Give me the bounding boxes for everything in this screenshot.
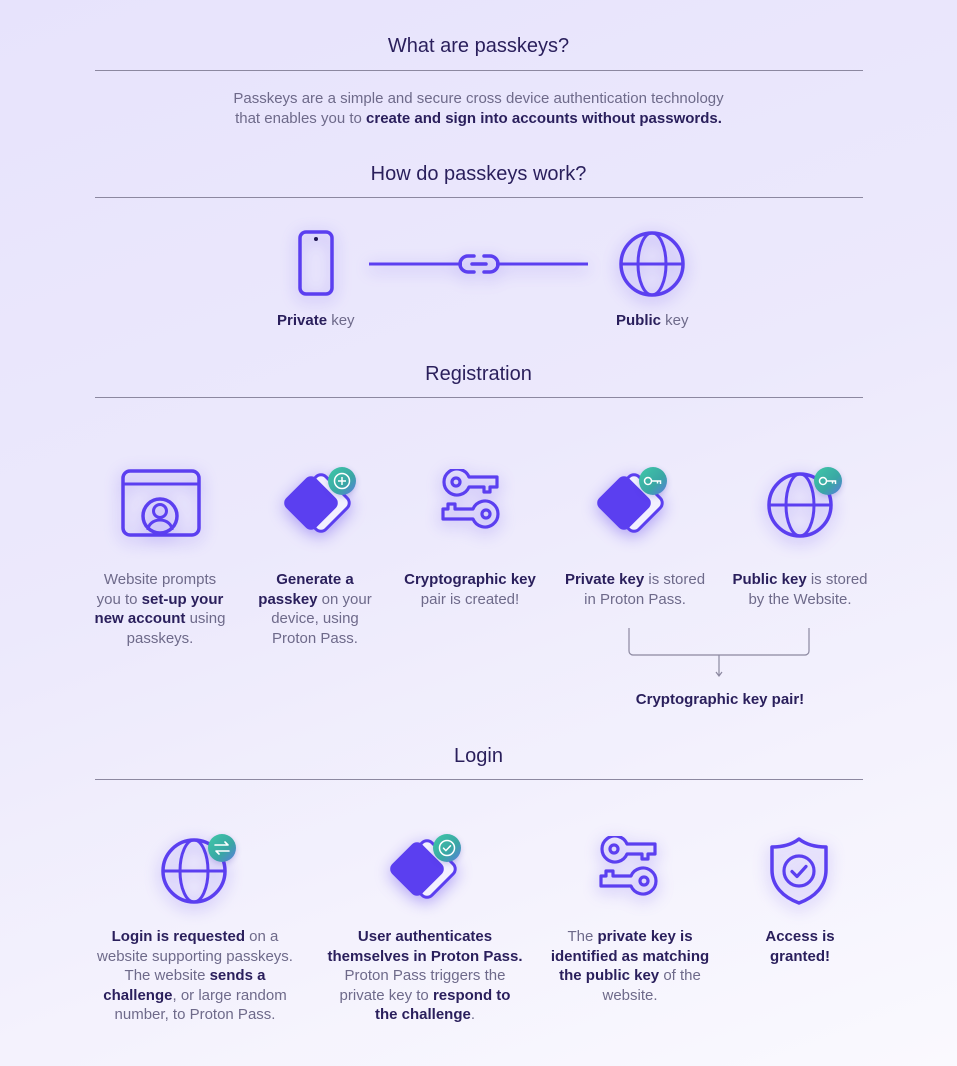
globe-icon xyxy=(619,231,685,297)
text-bold: granted! xyxy=(770,947,830,965)
text-bold: Login is requested xyxy=(111,928,245,945)
text: private key to xyxy=(339,986,433,1004)
text-bold: set-up your xyxy=(141,590,224,608)
public-key-rest: key xyxy=(661,312,689,329)
swap-badge xyxy=(208,834,236,862)
private-key-rest: key xyxy=(327,312,355,329)
key-icon xyxy=(818,476,837,486)
text: Proton Pass. xyxy=(272,629,358,647)
link-connector-icon xyxy=(369,254,588,274)
public-key-label: Public key xyxy=(616,312,689,329)
heading-login: Login xyxy=(454,745,503,767)
text: using xyxy=(185,610,226,627)
text-bold: the challenge xyxy=(374,1006,471,1023)
plus-badge xyxy=(328,467,356,495)
text-bold: the public key xyxy=(559,967,660,984)
text: Website prompts xyxy=(103,571,217,588)
key-pair-icon xyxy=(441,469,500,529)
text: on your xyxy=(317,590,372,608)
swap-arrows-icon xyxy=(214,841,230,855)
heading-how-do-passkeys-work: How do passkeys work? xyxy=(370,163,587,185)
heading-registration: Registration xyxy=(425,363,532,385)
phone-icon xyxy=(298,230,334,296)
text: . xyxy=(470,1006,476,1023)
intro-plain: that enables you to xyxy=(235,110,367,127)
divider xyxy=(95,70,863,71)
text-bold: Private key xyxy=(564,571,645,588)
bracket-connector xyxy=(628,628,810,677)
login-step-2-caption: User authenticates themselves in Proton … xyxy=(320,927,530,1025)
intro-line-1: Passkeys are a simple and secure cross d… xyxy=(233,90,724,107)
text: in Proton Pass. xyxy=(584,590,686,608)
text: The website xyxy=(124,967,210,984)
intro-line-2: that enables you to create and sign into… xyxy=(0,109,957,129)
key-pair-icon xyxy=(599,836,658,896)
plus-icon xyxy=(333,472,351,490)
text-bold: challenge xyxy=(103,986,173,1004)
text-bold: Access is xyxy=(765,928,835,945)
key-pair-label: Cryptographic key pair! xyxy=(635,691,805,708)
text-bold: Generate a xyxy=(276,571,354,588)
reg-step-4-caption: Private key is stored in Proton Pass. xyxy=(555,570,715,609)
reg-step-3-caption: Cryptographic key pair is created! xyxy=(390,570,550,609)
divider xyxy=(95,397,863,398)
text: is stored xyxy=(806,571,868,588)
text: pair is created! xyxy=(420,590,520,608)
intro-text: Passkeys are a simple and secure cross d… xyxy=(0,89,957,129)
login-step-4-caption: Access is granted! xyxy=(735,927,865,966)
text-bold: Public key xyxy=(732,571,807,588)
browser-user-icon xyxy=(121,469,201,537)
text: The xyxy=(567,928,598,945)
text: is stored xyxy=(644,571,706,588)
intro-bold: create and sign into accounts without pa… xyxy=(366,110,722,127)
heading-what-are-passkeys: What are passkeys? xyxy=(387,35,570,57)
text: , or large random xyxy=(172,986,287,1004)
text: you to xyxy=(96,590,142,608)
key-badge xyxy=(814,467,842,495)
login-step-1-caption: Login is requested on a website supporti… xyxy=(90,927,300,1025)
text-bold: themselves in Proton Pass. xyxy=(327,947,523,965)
check-badge xyxy=(433,834,461,862)
text-bold: new account xyxy=(94,610,186,627)
reg-step-5-caption: Public key is stored by the Website. xyxy=(720,570,880,609)
text: of the xyxy=(659,967,701,984)
text: passkeys. xyxy=(126,629,194,647)
text-bold: identified as matching xyxy=(550,947,710,965)
reg-step-2-caption: Generate a passkey on your device, using… xyxy=(235,570,395,648)
reg-step-1-caption: Website prompts you to set-up your new a… xyxy=(80,570,240,648)
text-bold: private key is xyxy=(597,928,693,945)
private-key-label: Private key xyxy=(277,312,355,329)
key-icon xyxy=(643,476,662,486)
key-badge xyxy=(639,467,667,495)
text-bold: passkey xyxy=(258,590,318,608)
text-bold: respond to xyxy=(432,986,511,1004)
text: by the Website. xyxy=(748,590,852,608)
divider xyxy=(95,197,863,198)
divider xyxy=(95,779,863,780)
check-circle-icon xyxy=(438,839,456,857)
login-step-3-caption: The private key is identified as matchin… xyxy=(535,927,725,1005)
shield-check-icon xyxy=(770,837,828,905)
text: website supporting passkeys. xyxy=(97,947,293,965)
text: number, to Proton Pass. xyxy=(114,1006,276,1023)
text-bold: User authenticates xyxy=(357,928,493,945)
text: website. xyxy=(602,986,658,1004)
private-key-bold: Private xyxy=(277,312,328,329)
text: device, using xyxy=(271,610,359,627)
text-bold: sends a xyxy=(209,967,266,984)
text: on a xyxy=(244,928,279,945)
public-key-bold: Public xyxy=(616,312,662,329)
text-bold: Cryptographic key xyxy=(404,571,536,588)
text: Proton Pass triggers the xyxy=(344,967,506,984)
